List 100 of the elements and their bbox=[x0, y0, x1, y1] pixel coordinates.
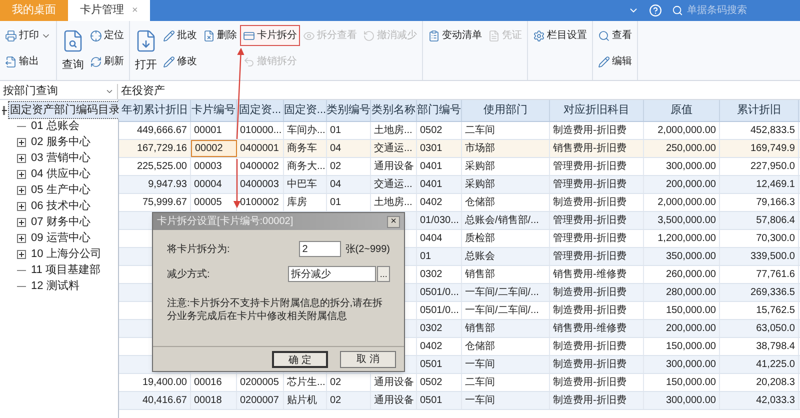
table-cell: 总账会 bbox=[462, 248, 550, 265]
table-cell: 贴片机 bbox=[284, 392, 327, 409]
table-cell: 采购部 bbox=[462, 158, 550, 175]
expand-icon[interactable] bbox=[17, 218, 26, 226]
tree-item[interactable]: 11 项目基建部 bbox=[29, 260, 102, 280]
tree-item[interactable]: 02 服务中心 bbox=[29, 132, 92, 152]
tree-item[interactable]: 固定资产部门编码目录 bbox=[8, 100, 122, 120]
column-header[interactable]: 卡片编号 bbox=[191, 100, 237, 121]
toolbar-button[interactable]: 输出 bbox=[2, 51, 54, 72]
toolbar-button[interactable]: 修改 bbox=[160, 51, 200, 72]
table-cell: 销售费用-折旧费 bbox=[550, 140, 644, 157]
tree-item[interactable]: 05 生产中心 bbox=[29, 180, 92, 200]
table-cell: 0501 bbox=[417, 356, 462, 373]
table-cell: 土地房... bbox=[371, 122, 417, 139]
tree-item[interactable]: 10 上海分公司 bbox=[29, 244, 104, 264]
table-cell: 0502 bbox=[417, 374, 462, 391]
dropdown[interactable]: 按部门查询 bbox=[0, 84, 118, 99]
expand-icon[interactable] bbox=[17, 186, 26, 194]
toolbar-button[interactable]: 变动清单 bbox=[425, 25, 485, 46]
table-cell: 仓储部 bbox=[462, 338, 550, 355]
table-cell: 二车间 bbox=[462, 374, 550, 391]
tree-item[interactable]: 12 测试料 bbox=[29, 276, 82, 296]
table-cell: 200,000.00 bbox=[644, 176, 720, 193]
browse-button[interactable]: ... bbox=[377, 266, 390, 282]
table-cell: 通用设备 bbox=[371, 158, 417, 175]
toolbar-button[interactable]: 打印 bbox=[2, 25, 54, 46]
column-header[interactable]: 累计折旧 bbox=[720, 100, 799, 121]
table-cell: 0200007 bbox=[237, 392, 284, 409]
table-cell: 40,416.67 bbox=[119, 392, 191, 409]
table-cell: 04 bbox=[327, 140, 371, 157]
table-cell: 0402 bbox=[417, 194, 462, 211]
table-cell: 0402 bbox=[417, 338, 462, 355]
table-cell: 300,000.00 bbox=[644, 356, 720, 373]
table-cell: 225,525.00 bbox=[119, 158, 191, 175]
toolbar-button[interactable]: 查询 bbox=[59, 25, 87, 74]
expand-icon[interactable] bbox=[17, 234, 26, 242]
table-cell: 总账会/销售部/... bbox=[462, 212, 550, 229]
tree-item[interactable]: 09 运营中心 bbox=[29, 228, 92, 248]
table-cell: 1,200,000.00 bbox=[644, 230, 720, 247]
expand-icon[interactable] bbox=[17, 202, 26, 210]
tree-item[interactable]: 03 营销中心 bbox=[29, 148, 92, 168]
table-cell: 01 bbox=[417, 248, 462, 265]
table-cell: 57,806.4 bbox=[720, 212, 799, 229]
tree-item[interactable]: 01 总账会 bbox=[29, 116, 82, 136]
table-cell: 452,833.5 bbox=[720, 122, 799, 139]
close-button[interactable]: × bbox=[387, 216, 400, 228]
toolbar-button[interactable]: 卡片拆分 bbox=[240, 25, 300, 46]
expand-icon[interactable] bbox=[17, 250, 26, 258]
column-header[interactable]: 年初累计折旧 bbox=[119, 100, 191, 121]
search-field[interactable]: 单据条码搜索 bbox=[687, 3, 787, 18]
table-cell: 00018 bbox=[191, 392, 237, 409]
pencil-icon bbox=[163, 56, 175, 68]
card-icon bbox=[243, 30, 255, 42]
toolbar-button[interactable]: 查看 bbox=[595, 25, 635, 46]
expand-icon[interactable] bbox=[17, 154, 26, 162]
column-header[interactable]: 部门编号 bbox=[417, 100, 462, 121]
toolbar-button[interactable]: 编辑 bbox=[595, 51, 635, 72]
table-cell: 00004 bbox=[191, 176, 237, 193]
table-cell: 2,000,000.00 bbox=[644, 194, 720, 211]
table-cell: 15,762.5 bbox=[720, 302, 799, 319]
search-icon bbox=[672, 5, 683, 16]
scope-label: 在役资产 bbox=[121, 84, 165, 100]
dialog-button[interactable]: 确 定 bbox=[272, 350, 328, 368]
column-header[interactable]: 原值 bbox=[644, 100, 720, 121]
expand-icon[interactable] bbox=[17, 138, 26, 146]
dialog-button[interactable]: 取 消 bbox=[340, 350, 396, 368]
column-header[interactable]: 类别编号 bbox=[327, 100, 371, 121]
toolbar-button[interactable]: 批改 bbox=[160, 25, 200, 46]
table-cell: 350,000.00 bbox=[644, 248, 720, 265]
column-header[interactable]: 使用部门 bbox=[462, 100, 550, 121]
table-cell: 一车间 bbox=[462, 356, 550, 373]
tree-item[interactable]: 04 供应中心 bbox=[29, 164, 92, 184]
toolbar-button[interactable]: 定位 bbox=[87, 25, 127, 46]
expand-icon[interactable] bbox=[17, 170, 26, 178]
help-icon[interactable] bbox=[649, 4, 662, 17]
column-header[interactable]: 对应折旧科目 bbox=[550, 100, 644, 121]
tree-item[interactable]: 06 技术中心 bbox=[29, 196, 92, 216]
input-field[interactable]: 2 bbox=[299, 241, 342, 257]
note-text: 注意:卡片拆分不支持卡片附属信息的拆分,请在拆分业务完成后在卡片中修改相关附属信息 bbox=[167, 297, 384, 323]
table-cell: 200,000.00 bbox=[644, 320, 720, 337]
table-cell: 一车间/二车间/... bbox=[462, 284, 550, 301]
search-icon bbox=[598, 30, 610, 42]
refresh-icon bbox=[90, 56, 102, 68]
table-cell: 销售费用-维修费 bbox=[550, 266, 644, 283]
table-cell: 280,000.00 bbox=[644, 284, 720, 301]
table-cell: 150,000.00 bbox=[644, 338, 720, 355]
toolbar-button[interactable]: 删除 bbox=[200, 25, 240, 46]
column-header[interactable]: 固定资... bbox=[284, 100, 327, 121]
column-header[interactable]: 类别名称 bbox=[371, 100, 417, 121]
toolbar-button[interactable]: 刷新 bbox=[87, 51, 127, 72]
table-cell: 0401 bbox=[417, 158, 462, 175]
toolbar-button[interactable]: 栏目设置 bbox=[530, 25, 590, 46]
table-cell: 0302 bbox=[417, 266, 462, 283]
input-field[interactable]: 拆分减少 bbox=[288, 266, 376, 282]
tab[interactable]: 卡片管理 × bbox=[68, 0, 150, 21]
export-icon bbox=[5, 56, 17, 68]
toolbar-button[interactable]: 打开 bbox=[132, 25, 160, 74]
tree-item[interactable]: 07 财务中心 bbox=[29, 212, 92, 232]
table-cell: 商务车 bbox=[284, 140, 327, 157]
column-header[interactable]: 固定资... bbox=[237, 100, 284, 121]
